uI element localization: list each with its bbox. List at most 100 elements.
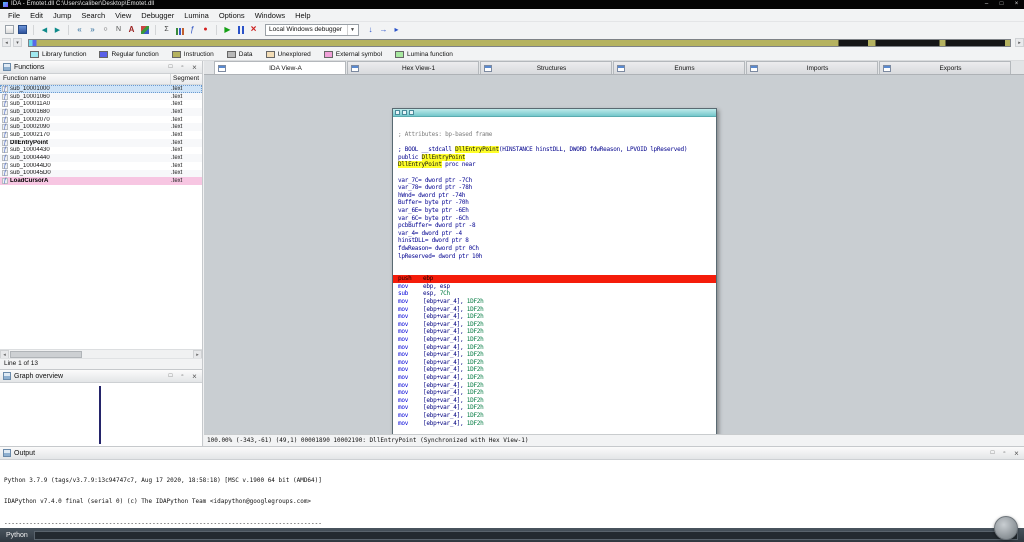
stack-var-line[interactable]: hWnd= dword ptr -74h	[398, 192, 713, 200]
scrollbar-thumb[interactable]	[10, 350, 82, 358]
breakpoint-instruction-line[interactable]: push ebp	[393, 275, 716, 283]
instruction-line[interactable]: mov [ebp+var_4], 1DF2h	[398, 412, 713, 420]
stack-var-line[interactable]: lpReserved= dword ptr 10h	[398, 253, 713, 261]
function-row[interactable]: f sub_10001060 .text	[0, 92, 202, 101]
play-icon[interactable]	[222, 24, 233, 35]
instruction-line[interactable]: mov [ebp+var_4], 1DF2h	[398, 397, 713, 405]
navband-left-icon[interactable]: ◂	[2, 38, 11, 47]
function-row[interactable]: f sub_100044D0 .text	[0, 162, 202, 170]
instruction-line[interactable]: sub esp, 7Ch	[398, 290, 713, 298]
tab-structures[interactable]: Structures	[480, 61, 612, 74]
float-icon[interactable]	[178, 63, 187, 72]
step-into-icon[interactable]	[365, 24, 376, 35]
instruction-line[interactable]: mov [ebp+var_4], 1DF2h	[398, 389, 713, 397]
menu-options[interactable]: Options	[214, 9, 250, 22]
instruction-line[interactable]: mov ebp, esp	[398, 283, 713, 291]
instruction-line[interactable]: mov [ebp+var_4], 1DF2h	[398, 404, 713, 412]
function-row[interactable]: f sub_10004430 .text	[0, 147, 202, 155]
save-icon[interactable]	[18, 25, 27, 34]
menu-help[interactable]: Help	[290, 9, 315, 22]
tab-exports[interactable]: Exports	[879, 61, 1011, 74]
redo-icon[interactable]	[87, 24, 98, 35]
names-icon[interactable]	[113, 24, 124, 35]
search-icon[interactable]	[100, 24, 111, 35]
column-segment[interactable]: Segment	[171, 74, 202, 84]
dock-icon[interactable]	[166, 63, 175, 72]
functions-list[interactable]: f sub_10001000 .text f sub_10001060 .text fs…	[0, 85, 202, 349]
function-icon[interactable]	[187, 24, 198, 35]
prototype-line[interactable]: ; BOOL __stdcall DllEntryPoint(HINSTANCE…	[398, 146, 713, 154]
menu-lumina[interactable]: Lumina	[179, 9, 214, 22]
node-titlebar[interactable]	[393, 109, 716, 117]
float-icon[interactable]	[1000, 449, 1009, 458]
function-row[interactable]: f sub_10002090 .text	[0, 123, 202, 132]
python-cli-selector[interactable]: Python	[6, 532, 28, 539]
stack-var-line[interactable]: fdwReason= dword ptr 0Ch	[398, 245, 713, 253]
stack-var-line[interactable]: var_4= dword ptr -4	[398, 230, 713, 238]
undo-icon[interactable]	[74, 24, 85, 35]
stack-var-line[interactable]: Buffer= byte ptr -70h	[398, 199, 713, 207]
webcam-overlay-bubble[interactable]	[994, 516, 1018, 540]
function-row[interactable]: f sub_100011A0 .text	[0, 100, 202, 108]
chevron-down-icon[interactable]: ▼	[347, 24, 355, 35]
instruction-line[interactable]: mov [ebp+var_4], 1DF2h	[398, 313, 713, 321]
output-log[interactable]: Python 3.7.9 (tags/v3.7.9:13c94747c7, Au…	[0, 460, 1024, 528]
minimize-button[interactable]: –	[979, 0, 994, 9]
stack-var-line[interactable]: hinstDLL= dword ptr 8	[398, 237, 713, 245]
function-row[interactable]: f sub_100045D0 .text	[0, 169, 202, 178]
column-function-name[interactable]: Function name	[0, 74, 171, 84]
menu-windows[interactable]: Windows	[250, 9, 290, 22]
instruction-line[interactable]: mov [ebp+var_4], 1DF2h	[398, 321, 713, 329]
dock-icon[interactable]	[166, 372, 175, 381]
sum-icon[interactable]	[161, 24, 172, 35]
instruction-line[interactable]: mov [ebp+var_4], 1DF2h	[398, 374, 713, 382]
close-icon[interactable]	[190, 63, 199, 72]
colors-icon[interactable]	[139, 24, 150, 35]
python-cli-input[interactable]	[33, 530, 1018, 540]
debugger-select[interactable]: Local Windows debugger ▼	[265, 23, 359, 36]
tab-imports[interactable]: Imports	[746, 61, 878, 74]
instruction-line[interactable]: mov [ebp+var_4], 1DF2h	[398, 306, 713, 314]
maximize-button[interactable]: □	[994, 0, 1009, 9]
menu-edit[interactable]: Edit	[25, 9, 48, 22]
function-row[interactable]: f sub_10001680 .text	[0, 108, 202, 116]
proc-line[interactable]: DllEntryPoint proc near	[398, 161, 713, 169]
stack-var-line[interactable]: var_6E= byte ptr -6Eh	[398, 207, 713, 215]
tab-hex-view-1[interactable]: Hex View-1	[347, 61, 479, 74]
disassembly-listing[interactable]: ; Attributes: bp-based frame ; BOOL __st…	[393, 117, 716, 427]
menu-debugger[interactable]: Debugger	[136, 9, 179, 22]
run-until-icon[interactable]	[391, 24, 402, 35]
close-icon[interactable]	[190, 372, 199, 381]
menu-jump[interactable]: Jump	[48, 9, 76, 22]
basic-block-node[interactable]: ; Attributes: bp-based frame ; BOOL __st…	[392, 108, 717, 434]
menu-file[interactable]: File	[3, 9, 25, 22]
stack-var-line[interactable]: var_7C= dword ptr -7Ch	[398, 177, 713, 185]
navigation-band[interactable]	[28, 38, 1011, 47]
dock-icon[interactable]	[988, 449, 997, 458]
tab-ida-view-a[interactable]: IDA View-A	[214, 61, 346, 74]
graph-overview-titlebar[interactable]: Graph overview	[0, 370, 202, 383]
stack-var-line[interactable]: var_6C= byte ptr -6Ch	[398, 215, 713, 223]
text-icon[interactable]	[126, 24, 137, 35]
instruction-line[interactable]: mov [ebp+var_4], 1DF2h	[398, 344, 713, 352]
float-icon[interactable]	[178, 372, 187, 381]
functions-panel-titlebar[interactable]: Functions	[0, 61, 202, 74]
graph-overview-canvas[interactable]	[0, 383, 202, 446]
public-line[interactable]: public DllEntryPoint	[398, 153, 713, 162]
function-row-loadcursora[interactable]: f LoadCursorA .text	[0, 177, 202, 185]
comment-line[interactable]: ; Attributes: bp-based frame	[398, 131, 713, 139]
instruction-line[interactable]: mov [ebp+var_4], 1DF2h	[398, 336, 713, 344]
instruction-line[interactable]: mov [ebp+var_4], 1DF2h	[398, 328, 713, 336]
instruction-line[interactable]: mov [ebp+var_4], 1DF2h	[398, 382, 713, 390]
back-icon[interactable]	[39, 24, 50, 35]
pause-icon[interactable]	[235, 24, 246, 35]
instruction-line[interactable]: mov [ebp+var_4], 1DF2h	[398, 351, 713, 359]
horizontal-scrollbar[interactable]: ◂ ▸	[0, 349, 202, 359]
close-button[interactable]: ×	[1009, 0, 1024, 9]
new-file-icon[interactable]	[5, 25, 14, 34]
menu-view[interactable]: View	[110, 9, 136, 22]
tab-enums[interactable]: Enums	[613, 61, 745, 74]
instruction-line[interactable]: mov [ebp+var_4], 1DF2h	[398, 420, 713, 428]
stack-var-line[interactable]: pcbBuffer= dword ptr -8	[398, 222, 713, 230]
navband-right-icon[interactable]: ▸	[1015, 38, 1024, 47]
